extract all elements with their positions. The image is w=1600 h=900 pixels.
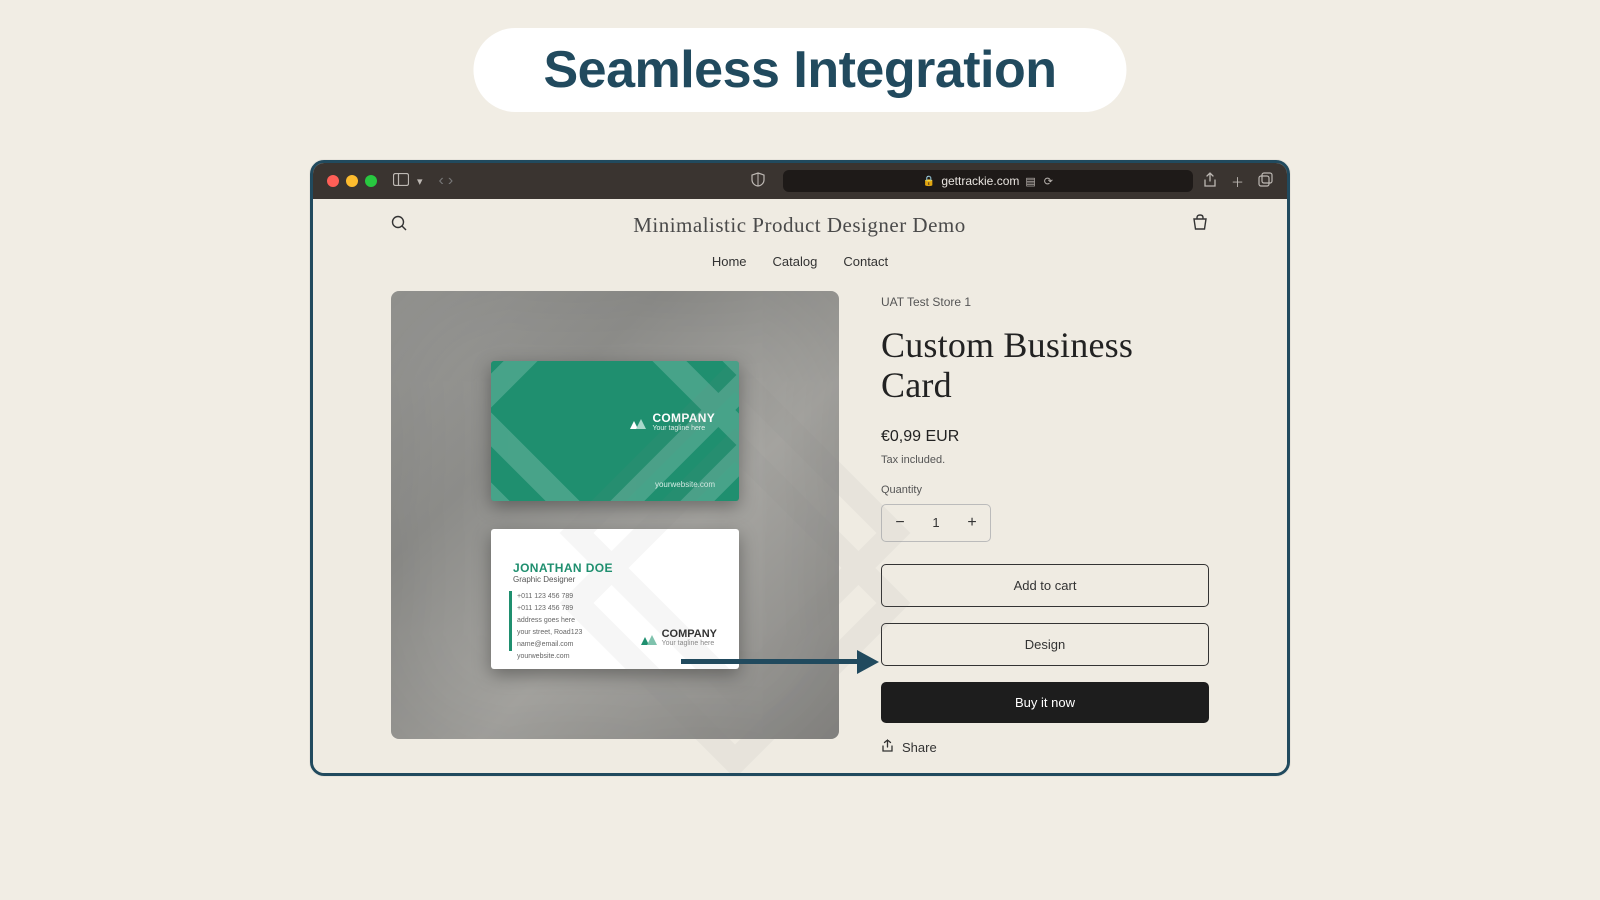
share-button[interactable]: Share — [881, 739, 1209, 756]
design-button[interactable]: Design — [881, 623, 1209, 666]
person-name: JONATHAN DOE — [513, 561, 613, 575]
company-logo-icon — [641, 631, 657, 645]
minimize-window-icon[interactable] — [346, 175, 358, 187]
cart-icon[interactable] — [1191, 214, 1209, 237]
nav-home[interactable]: Home — [712, 254, 747, 269]
nav-contact[interactable]: Contact — [843, 254, 888, 269]
store-nav: Home Catalog Contact — [313, 248, 1287, 291]
quantity-increase-button[interactable]: + — [954, 505, 990, 541]
browser-window: ▾ ‹ › 🔒 gettrackie.com ▤ ⟳ ＋ — [310, 160, 1290, 776]
company-logo-icon — [630, 415, 646, 429]
nav-catalog[interactable]: Catalog — [773, 254, 818, 269]
product-price: €0,99 EUR — [881, 428, 1209, 446]
dropdown-caret-icon[interactable]: ▾ — [417, 175, 423, 188]
new-tab-icon[interactable]: ＋ — [1231, 172, 1244, 191]
lock-icon: 🔒 — [923, 176, 935, 187]
refresh-icon[interactable]: ⟳ — [1044, 175, 1053, 188]
maximize-window-icon[interactable] — [365, 175, 377, 187]
store-title: Minimalistic Product Designer Demo — [633, 213, 966, 238]
add-to-cart-button[interactable]: Add to cart — [881, 564, 1209, 607]
search-icon[interactable] — [391, 215, 408, 237]
contact-info: +011 123 456 789 +011 123 456 789 addres… — [517, 591, 582, 663]
url-text: gettrackie.com — [941, 174, 1019, 188]
close-window-icon[interactable] — [327, 175, 339, 187]
browser-chrome: ▾ ‹ › 🔒 gettrackie.com ▤ ⟳ ＋ — [313, 163, 1287, 199]
product-details: UAT Test Store 1 Custom Business Card €0… — [881, 291, 1209, 756]
product-image: COMPANY Your tagline here yourwebsite.co… — [391, 291, 839, 739]
product-title: Custom Business Card — [881, 325, 1209, 406]
vendor-name: UAT Test Store 1 — [881, 295, 1209, 309]
tax-note: Tax included. — [881, 454, 1209, 466]
person-role: Graphic Designer — [513, 575, 575, 584]
buy-now-button[interactable]: Buy it now — [881, 682, 1209, 723]
url-bar[interactable]: 🔒 gettrackie.com ▤ ⟳ — [783, 170, 1193, 192]
forward-button-icon[interactable]: › — [448, 172, 453, 190]
hero-title: Seamless Integration — [543, 40, 1056, 100]
sidebar-toggle-icon[interactable] — [393, 173, 409, 190]
share-arrow-icon — [881, 739, 894, 756]
store-header: Minimalistic Product Designer Demo — [313, 199, 1287, 248]
hero-banner: Seamless Integration — [473, 28, 1126, 112]
tabs-overview-icon[interactable] — [1258, 172, 1273, 190]
product-layout: COMPANY Your tagline here yourwebsite.co… — [313, 291, 1287, 756]
privacy-shield-icon[interactable] — [751, 172, 765, 190]
quantity-value: 1 — [918, 515, 954, 530]
back-button-icon[interactable]: ‹ — [439, 172, 444, 190]
webpage-content: Minimalistic Product Designer Demo Home … — [313, 199, 1287, 773]
company-tagline: Your tagline here — [662, 640, 717, 647]
business-card-back: JONATHAN DOE Graphic Designer +011 123 4… — [491, 529, 739, 669]
company-name: COMPANY — [662, 628, 717, 640]
share-toolbar-icon[interactable] — [1203, 172, 1217, 191]
reader-icon[interactable]: ▤ — [1025, 175, 1035, 188]
quantity-label: Quantity — [881, 484, 1209, 496]
share-label: Share — [902, 740, 937, 755]
traffic-lights — [327, 175, 377, 187]
